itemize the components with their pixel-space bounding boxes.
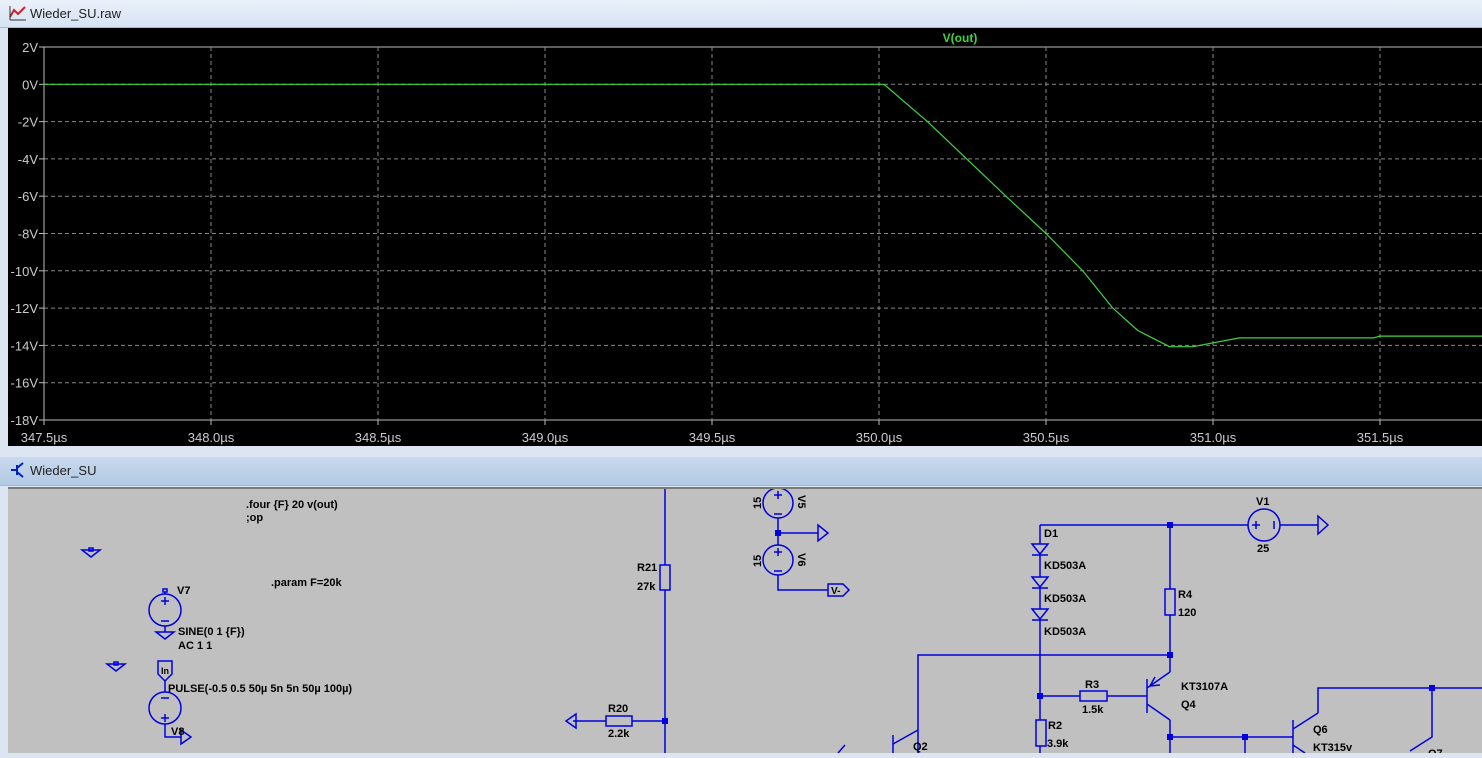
- v6-value: 15: [752, 555, 764, 567]
- q6-label: Q6: [1313, 724, 1328, 736]
- r2-label: R2: [1048, 720, 1062, 732]
- q2-label: Q2: [913, 741, 928, 753]
- v7-value: SINE(0 1 {F}): [178, 626, 245, 638]
- transistor-q7[interactable]: [1409, 688, 1433, 752]
- y-tick-label: -14V: [11, 338, 39, 353]
- x-tick-label: 348.5µs: [355, 430, 402, 445]
- transistor-q4[interactable]: [1146, 671, 1171, 721]
- schematic-window-titlebar[interactable]: Wieder_SU: [0, 457, 1482, 486]
- diode-d1[interactable]: [1030, 543, 1050, 621]
- r3-label: R3: [1085, 679, 1099, 691]
- junction-dot: [1167, 652, 1173, 658]
- y-tick-label: -10V: [11, 264, 39, 279]
- x-tick-label: 349.0µs: [522, 430, 569, 445]
- vminus-label: V-: [831, 586, 840, 597]
- wire: [777, 575, 828, 591]
- y-tick-label: -6V: [18, 189, 39, 204]
- x-tick-label: 350.0µs: [856, 430, 903, 445]
- v8-value: PULSE(-0.5 0.5 50µ 5n 5n 50µ 100µ): [168, 683, 352, 695]
- x-tick-label: 350.5µs: [1023, 430, 1070, 445]
- junction-dot: [1037, 693, 1043, 699]
- ground-symbol[interactable]: [104, 661, 128, 672]
- d1-model-3: KD503A: [1044, 626, 1086, 638]
- ground-symbol[interactable]: [79, 547, 103, 558]
- v8-port-label: In: [161, 666, 169, 676]
- wire: [1317, 687, 1482, 713]
- y-tick-label: 2V: [22, 40, 38, 55]
- v8-label: V8: [171, 726, 184, 738]
- schematic-canvas[interactable]: .four {F} 20 v(out) ;op .param F=20k V7 …: [8, 487, 1482, 758]
- q6-model: KT315v: [1313, 742, 1353, 753]
- x-tick-label: 348.0µs: [188, 430, 235, 445]
- y-tick-label: -18V: [11, 413, 39, 428]
- r4-label: R4: [1178, 589, 1193, 601]
- d1-label: D1: [1044, 528, 1058, 540]
- q4-label: Q4: [1181, 699, 1197, 711]
- op-directive[interactable]: ;op: [246, 512, 263, 524]
- x-tick-label: 347.5µs: [21, 430, 68, 445]
- v7-ac: AC 1 1: [178, 640, 212, 652]
- junction-dot: [1242, 734, 1248, 740]
- resistor-r3[interactable]: [1079, 690, 1108, 702]
- x-tick-label: 351.5µs: [1357, 430, 1404, 445]
- v1-value: 25: [1257, 543, 1269, 555]
- voltage-source-v6[interactable]: [762, 544, 794, 576]
- d1-model-2: KD503A: [1044, 593, 1086, 605]
- ground-arrow: [817, 523, 830, 543]
- resistor-r2[interactable]: [1035, 719, 1047, 747]
- resistor-r21[interactable]: [659, 564, 671, 591]
- junction-dot: [1167, 522, 1173, 528]
- voltage-source-v1[interactable]: [1247, 508, 1281, 542]
- y-tick-label: -12V: [11, 301, 39, 316]
- trace-title[interactable]: V(out): [943, 31, 978, 45]
- plot-window-titlebar[interactable]: Wieder_SU.raw: [0, 0, 1482, 28]
- r2-value: 3.9k: [1047, 738, 1069, 750]
- trace-v-out[interactable]: [44, 83, 1482, 348]
- r4-value: 120: [1178, 607, 1196, 619]
- y-tick-label: -2V: [18, 115, 39, 130]
- waveform-icon: [9, 6, 26, 21]
- r21-value: 27k: [637, 581, 656, 593]
- y-tick-label: -4V: [18, 152, 39, 167]
- r3-value: 1.5k: [1082, 704, 1104, 716]
- r20-value: 2.2k: [608, 728, 630, 740]
- junction-dot: [1167, 734, 1173, 740]
- v1-label: V1: [1256, 496, 1269, 508]
- y-tick-label: -8V: [18, 227, 39, 242]
- wire: [837, 744, 846, 754]
- d1-model-1: KD503A: [1044, 560, 1086, 572]
- y-tick-label: -16V: [11, 376, 39, 391]
- ground-arrow: [1317, 514, 1330, 536]
- x-tick-label: 351.0µs: [1190, 430, 1237, 445]
- r20-label: R20: [608, 703, 628, 715]
- v6-label: V6: [795, 553, 807, 566]
- voltage-source-v5[interactable]: [762, 487, 794, 519]
- junction-dot: [662, 718, 668, 724]
- q4-model: KT3107A: [1181, 681, 1228, 693]
- v7-label: V7: [177, 585, 190, 597]
- plot-window-title: Wieder_SU.raw: [30, 6, 122, 21]
- four-directive[interactable]: .four {F} 20 v(out): [246, 499, 338, 511]
- voltage-source-v8[interactable]: [148, 660, 193, 746]
- v5-label: V5: [795, 495, 807, 508]
- param-directive[interactable]: .param F=20k: [271, 577, 343, 589]
- waveform-plot[interactable]: 2V 0V -2V -4V -6V -8V -10V -12V -14V -16V -18V 347.…: [8, 28, 1482, 446]
- y-tick-label: 0V: [22, 77, 38, 92]
- resistor-r20[interactable]: [605, 715, 633, 727]
- v5-value: 15: [752, 497, 764, 509]
- x-tick-label: 349.5µs: [689, 430, 736, 445]
- schematic-window-title: Wieder_SU: [30, 463, 97, 478]
- r21-label: R21: [637, 562, 657, 574]
- transistor-icon: [11, 462, 24, 478]
- resistor-r4[interactable]: [1164, 588, 1176, 616]
